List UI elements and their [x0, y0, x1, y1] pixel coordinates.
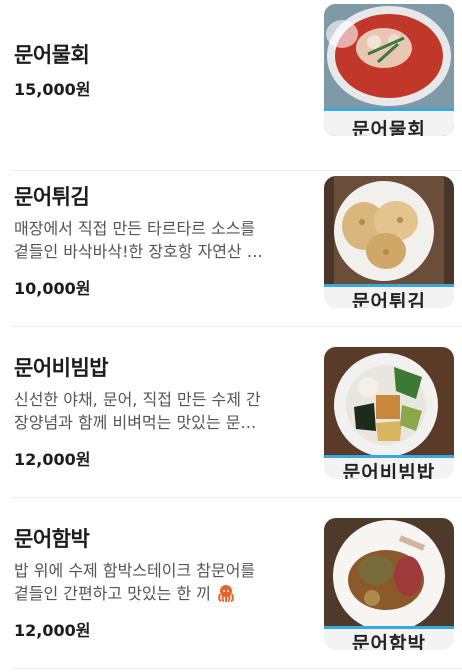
thumb-caption: 문어함박	[352, 633, 426, 650]
menu-item-twigim[interactable]: 문어튀김 매장에서 직접 만든 타르타르 소스를 곁들인 바삭바삭!한 장호항 …	[12, 156, 462, 327]
menu-item-name: 문어물회	[14, 43, 90, 67]
hambak-photo-icon[interactable]: 문어함박	[324, 518, 454, 650]
description-line: 밥 위에 수제 함박스테이크 참문어를	[14, 561, 256, 580]
description-line: 곁들인 바삭바삭!한 장호항 자연산 …	[14, 242, 263, 261]
fried-octopus-photo-icon[interactable]: 문어튀김	[324, 176, 454, 308]
menu-list: 문어물회 15,000원 문어물회 문어튀김 매장에서 직접 만든 타르타르 소…	[0, 0, 462, 672]
menu-item-name: 문어함박	[14, 527, 90, 551]
menu-item-price: 10,000원	[14, 279, 91, 298]
menu-item-name: 문어튀김	[14, 185, 90, 209]
menu-item-mulhoe[interactable]: 문어물회 15,000원 문어물회	[12, 0, 462, 171]
thumb-caption: 문어비빔밥	[342, 462, 436, 479]
bibimbap-photo-icon[interactable]: 문어비빔밥	[324, 347, 454, 479]
description-line: 장양념과 함께 비벼먹는 맛있는 문…	[14, 413, 257, 432]
description-line: 곁들인 간편하고 맛있는 한 끼	[14, 582, 296, 605]
menu-item-bibimbap[interactable]: 문어비빔밥 신선한 야채, 문어, 직접 만든 수제 간 장양념과 함께 비벼먹…	[12, 327, 462, 498]
menu-item-price: 12,000원	[14, 621, 91, 640]
octopus-icon	[216, 584, 236, 602]
menu-item-hambak[interactable]: 문어함박 밥 위에 수제 함박스테이크 참문어를 곁들인 간편하고 맛있는 한 …	[12, 498, 462, 669]
description-line: 매장에서 직접 만든 타르타르 소스를	[14, 219, 256, 238]
menu-item-price: 15,000원	[14, 80, 91, 99]
description-text: 곁들인 간편하고 맛있는 한 끼	[14, 584, 211, 603]
description-line: 신선한 야채, 문어, 직접 만든 수제 간	[14, 390, 261, 409]
thumb-caption: 문어튀김	[352, 291, 426, 308]
menu-item-description: 매장에서 직접 만든 타르타르 소스를 곁들인 바삭바삭!한 장호항 자연산 …	[14, 217, 296, 263]
menu-item-description: 신선한 야채, 문어, 직접 만든 수제 간 장양념과 함께 비벼먹는 맛있는 …	[14, 388, 296, 434]
mulhoe-photo-icon[interactable]: 문어물회	[324, 4, 454, 136]
thumb-caption: 문어물회	[352, 119, 426, 136]
menu-item-description: 밥 위에 수제 함박스테이크 참문어를 곁들인 간편하고 맛있는 한 끼	[14, 559, 296, 605]
menu-item-name: 문어비빔밥	[14, 356, 109, 380]
menu-item-price: 12,000원	[14, 450, 91, 469]
